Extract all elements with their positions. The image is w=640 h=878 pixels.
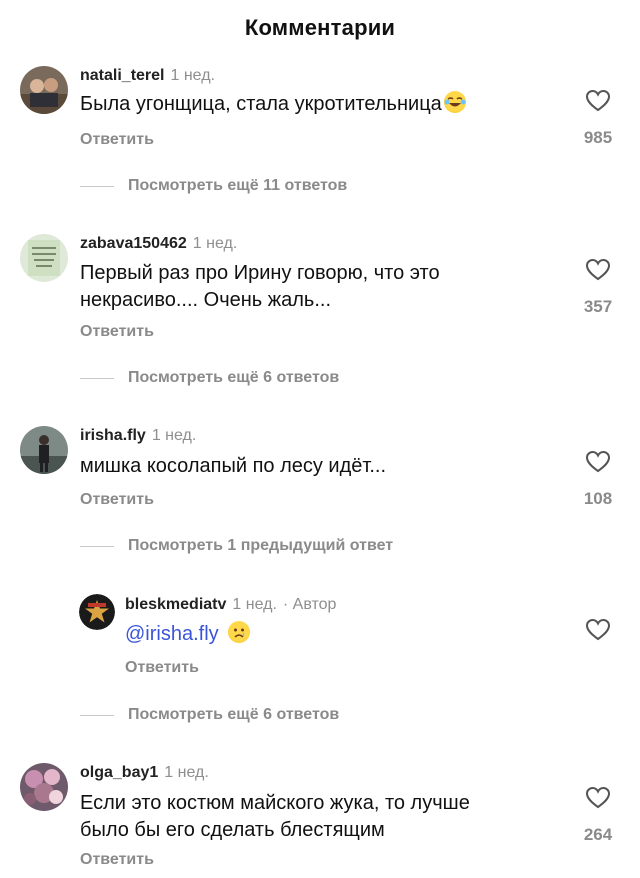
mention-link[interactable]: @irisha.fly [125,623,219,645]
view-more-replies[interactable]: Посмотреть ещё 11 ответов [80,176,347,196]
author-badge: · Автор [282,596,337,613]
reply-button[interactable]: Ответить [80,851,154,869]
comment-meta: olga_bay1 1 нед. [80,764,209,782]
heart-icon[interactable] [585,258,611,282]
comment-text: мишка косолапый по лесу идёт... [80,453,550,480]
comment-line: мишка косолапый по лесу идёт... [80,455,387,477]
view-more-label: Посмотреть ещё 11 ответов [128,177,348,194]
avatar[interactable] [20,234,68,282]
comment-line: Если это костюм майского жука, то лучше [80,792,470,814]
heart-icon[interactable] [585,450,611,474]
username[interactable]: bleskmediatv [125,596,226,613]
avatar[interactable] [20,66,68,114]
timestamp: 1 нед. [192,235,238,252]
reply-button[interactable]: Ответить [80,131,154,149]
comment-meta: zabava150462 1 нед. [80,235,237,253]
avatar[interactable] [20,426,68,474]
divider-line [80,185,114,187]
timestamp: 1 нед. [170,67,215,84]
divider-line [80,545,114,547]
crying-face-emoji-icon [228,621,251,643]
like-count: 108 [583,489,613,508]
comment-meta: natali_terel 1 нед. [80,67,215,85]
view-more-label: Посмотреть 1 предыдущий ответ [128,537,394,554]
like-count: 357 [583,297,613,316]
view-previous-reply[interactable]: Посмотреть 1 предыдущий ответ [80,536,393,556]
comments-header: Комментарии [0,0,640,56]
comment-text: Первый раз про Ирину говорю, что это нек… [80,260,550,314]
comment-line: было бы его сделать блестящим [80,819,385,841]
divider-line [80,377,114,379]
comment-text: @irisha.fly [125,621,545,648]
like-count: 985 [583,128,613,147]
username[interactable]: natali_terel [80,67,164,84]
timestamp: 1 нед. [164,764,209,781]
page-title: Комментарии [244,15,396,40]
divider-line [80,714,114,716]
username[interactable]: irisha.fly [80,427,146,444]
heart-icon[interactable] [585,786,611,810]
view-more-replies[interactable]: Посмотреть ещё 6 ответов [80,368,339,388]
reply-button[interactable]: Ответить [80,323,154,341]
comment-text: Была угонщица, стала укротительница [80,91,550,118]
reply-button[interactable]: Ответить [125,659,199,677]
avatar[interactable] [79,594,115,630]
timestamp: 1 нед. [151,427,197,444]
username[interactable]: zabava150462 [80,235,187,252]
laughing-tears-emoji-icon [443,91,466,113]
like-count: 264 [583,825,613,844]
comment-meta: bleskmediatv 1 нед. · Автор [125,596,336,614]
avatar[interactable] [20,763,68,811]
view-more-replies[interactable]: Посмотреть ещё 6 ответов [80,705,339,725]
comment-line: Была угонщица, стала укротительница [80,93,442,115]
reply-button[interactable]: Ответить [80,491,154,509]
timestamp: 1 нед. [232,596,277,613]
heart-icon[interactable] [585,89,611,113]
username[interactable]: olga_bay1 [80,764,158,781]
view-more-label: Посмотреть ещё 6 ответов [128,706,340,723]
comment-line: Первый раз про Ирину говорю, что это [80,262,440,284]
view-more-label: Посмотреть ещё 6 ответов [128,369,340,386]
heart-icon[interactable] [585,618,611,642]
comment-meta: irisha.fly 1 нед. [80,427,196,445]
comment-line: некрасиво.... Очень жаль... [80,289,332,311]
comment-text: Если это костюм майского жука, то лучше … [80,790,550,844]
